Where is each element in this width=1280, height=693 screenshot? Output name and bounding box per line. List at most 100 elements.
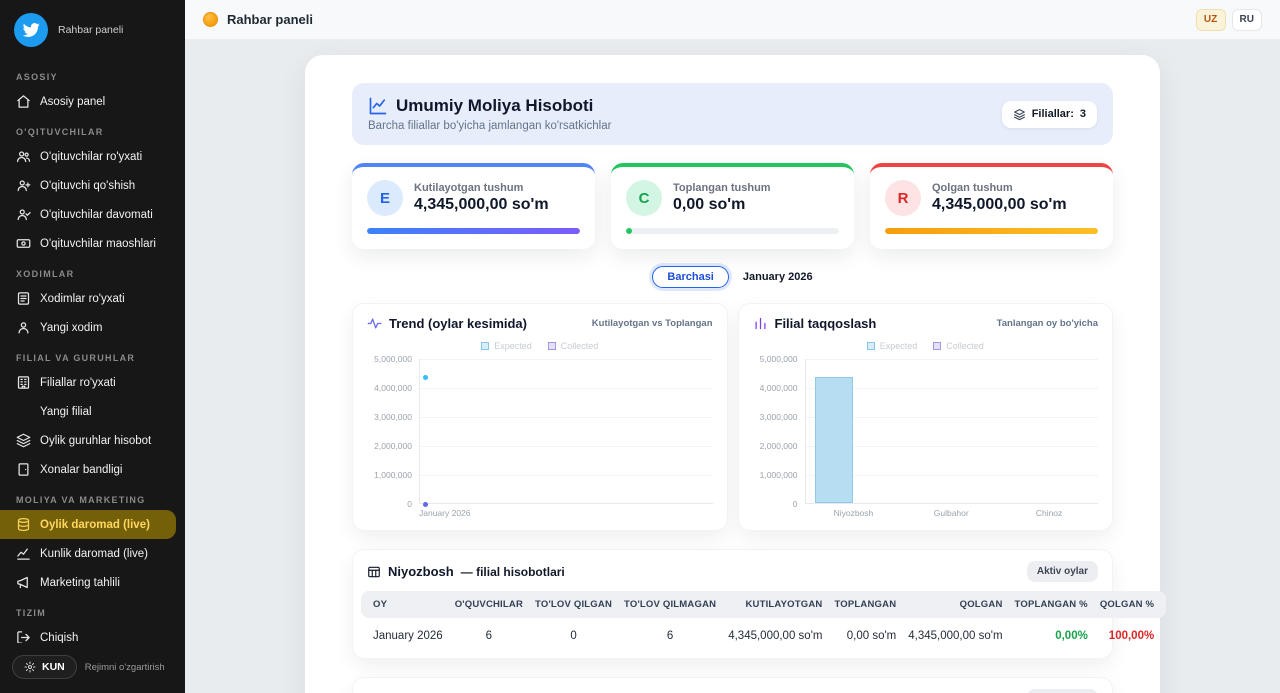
x-tick-label: Niyozbosh [805,508,903,520]
column-header: TO'LOV QILMAGAN [618,591,722,618]
y-tick-label: 2,000,000 [760,441,798,451]
branches-badge: Filiallar: 3 [1002,101,1097,128]
none [16,404,31,419]
table-icon [367,565,381,579]
gridline [420,388,713,389]
list-icon [16,291,31,306]
stat-value: 4,345,000,00 so'm [414,196,549,214]
bird-icon [22,21,40,39]
bars-layer [806,359,1099,503]
layers-icon [16,433,31,448]
gridline [420,446,713,447]
lang-button-ru[interactable]: RU [1232,9,1262,31]
sidebar-item-label: Xonalar bandligi [40,464,122,476]
stat-avatar: E [367,180,403,216]
mode-hint: Rejimni o'zgartirish [85,662,165,673]
branch-table-niyozbosh: Niyozbosh— filial hisobotlariAktiv oylar… [352,549,1113,659]
status-icon [203,12,218,27]
y-tick-label: 3,000,000 [374,412,412,422]
bar-group-chinoz [1001,359,1099,503]
sidebar-item-asosiy-panel[interactable]: Asosiy panel [0,87,185,116]
main-scroll-area[interactable]: Umumiy Moliya Hisoboti Barcha filiallar … [185,40,1280,693]
legend-item: Expected [867,341,918,351]
branch-report-table: OYO'QUVCHILARTO'LOV QILGANTO'LOV QILMAGA… [361,591,1166,654]
report-subtitle: Barcha filiallar bo'yicha jamlangan ko'r… [368,120,611,132]
y-tick-label: 0 [793,499,798,509]
legend-item: Collected [548,341,599,351]
sidebar-item-yangi-xodim[interactable]: Yangi xodim [0,313,185,342]
stat-card-collected: C Toplangan tushum 0,00 so'm [611,163,854,249]
progress-bar [367,228,580,234]
gridline [420,359,713,360]
sidebar-item-o-qituvchi-qo-shish[interactable]: O'qituvchi qo'shish [0,171,185,200]
table-header-bar: Gulbahor— filial hisobotlariAktiv oylar [353,678,1112,693]
person-icon [16,320,31,335]
report-header: Umumiy Moliya Hisoboti Barcha filiallar … [352,83,1113,145]
table-header-bar: Niyozbosh— filial hisobotlariAktiv oylar [353,550,1112,591]
sidebar-item-label: Kunlik daromad (live) [40,548,148,560]
sidebar-item-o-qituvchilar-davomati[interactable]: O'qituvchilar davomati [0,200,185,229]
branches-label: Filiallar: [1032,108,1074,120]
table-cell: 4,345,000,00 so'm [902,618,1008,654]
sidebar-section-title: TIZIM [0,597,185,623]
trend-chart: Trend (oylar kesimida) Kutilayotgan vs T… [352,303,728,531]
sidebar-item-label: Oylik daromad (live) [40,519,150,531]
chart-subtitle: Tanlangan oy bo'yicha [997,318,1098,329]
sidebar-item-o-qituvchilar-maoshlari[interactable]: O'qituvchilar maoshlari [0,229,185,258]
sidebar-item-oylik-guruhlar-hisobot[interactable]: Oylik guruhlar hisobot [0,426,185,455]
sidebar-item-marketing-tahlili[interactable]: Marketing tahlili [0,568,185,597]
sidebar-item-o-qituvchilar-ro-yxati[interactable]: O'qituvchilar ro'yxati [0,142,185,171]
stat-value: 0,00 so'm [673,196,771,214]
sidebar-item-chiqish[interactable]: Chiqish [0,623,185,643]
filter-row: Barchasi January 2026 [352,266,1113,288]
sidebar-item-label: Filiallar ro'yxati [40,377,116,389]
lang-button-uz[interactable]: UZ [1196,9,1226,31]
mode-label: KUN [42,661,65,673]
table-cell: January 2026 [361,618,449,654]
bar-group-gulbahor [903,359,1001,503]
chart-line-icon [368,96,388,116]
filter-all-button[interactable]: Barchasi [652,266,728,288]
active-months-badge[interactable]: Aktiv oylar [1027,689,1098,693]
table-row: January 20266064,345,000,00 so'm0,00 so'… [361,618,1166,654]
brand-name: Rahbar paneli [58,24,123,36]
logout-icon [16,630,31,643]
sidebar-item-label: O'qituvchilar maoshlari [40,238,156,250]
sidebar-item-label: Xodimlar ro'yxati [40,293,125,305]
page-title: Rahbar paneli [227,12,313,27]
active-months-badge[interactable]: Aktiv oylar [1027,561,1098,582]
sidebar-item-label: O'qituvchi qo'shish [40,180,135,192]
stat-card-expected: E Kutilayotgan tushum 4,345,000,00 so'm [352,163,595,249]
sidebar-item-label: Yangi filial [40,406,92,418]
theme-mode-button[interactable]: KUN [12,655,77,679]
coins-icon [16,517,31,532]
brand: Rahbar paneli [0,0,185,61]
sidebar-item-yangi-filial[interactable]: Yangi filial [0,397,185,426]
app-logo[interactable] [14,13,48,47]
sidebar-item-xodimlar-ro-yxati[interactable]: Xodimlar ro'yxati [0,284,185,313]
gridline [420,475,713,476]
gridline [420,417,713,418]
table-cell: 6 [618,618,722,654]
sidebar-section-title: O'QITUVCHILAR [0,116,185,142]
column-header: KUTILAYOTGAN [722,591,828,618]
plot-area [419,359,713,504]
sidebar-item-filiallar-ro-yxati[interactable]: Filiallar ro'yxati [0,368,185,397]
sidebar-item-kunlik-daromad-live[interactable]: Kunlik daromad (live) [0,539,185,568]
sidebar-section-title: MOLIYA VA MARKETING [0,484,185,510]
sidebar: Rahbar paneli ASOSIYAsosiy panelO'QITUVC… [0,0,185,693]
sidebar-item-xonalar-bandligi[interactable]: Xonalar bandligi [0,455,185,484]
sidebar-item-oylik-daromad-live[interactable]: Oylik daromad (live) [0,510,176,539]
bar-group-niyozbosh [806,359,904,503]
x-tick-label: Gulbahor [902,508,1000,520]
stat-avatar: R [885,180,921,216]
user-plus-icon [16,178,31,193]
legend-swatch [481,342,489,350]
chart-title: Filial taqqoslash [775,316,877,331]
legend-label: Expected [880,341,918,351]
sidebar-item-label: Oylik guruhlar hisobot [40,435,151,447]
language-switcher: UZ RU [1196,9,1262,31]
y-tick-label: 1,000,000 [374,470,412,480]
column-header: TOPLANGAN % [1009,591,1094,618]
y-tick-label: 4,000,000 [374,383,412,393]
